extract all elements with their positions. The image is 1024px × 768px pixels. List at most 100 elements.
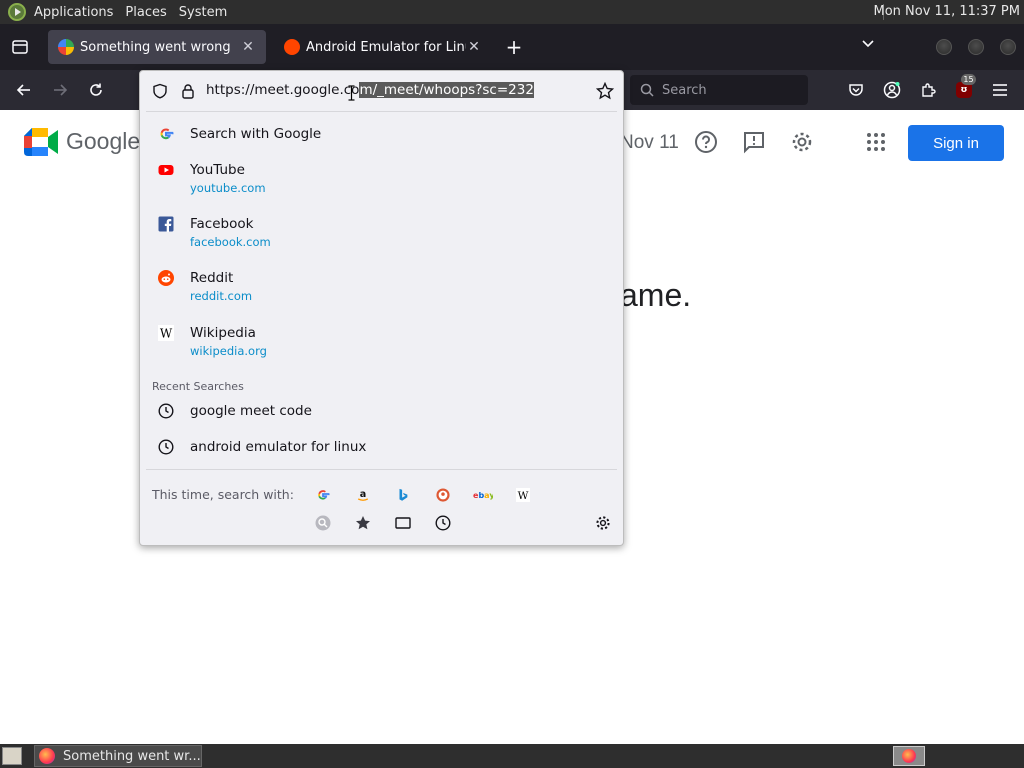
page-heading: ame. <box>620 277 692 313</box>
recent-search-item[interactable]: google meet code <box>148 403 617 423</box>
maximize-window-button[interactable] <box>968 39 984 55</box>
forward-button[interactable] <box>47 78 73 102</box>
svg-text:a: a <box>360 489 367 500</box>
text-cursor-icon <box>348 85 355 101</box>
taskbar-window-title: Something went wr... <box>63 748 201 764</box>
engine-amazon-button[interactable]: a <box>352 484 374 506</box>
engine-google-button[interactable] <box>312 484 334 506</box>
reddit-icon <box>158 270 174 286</box>
settings-icon[interactable] <box>790 130 814 154</box>
result-url: wikipedia.org <box>190 344 267 358</box>
bing-icon <box>399 488 408 501</box>
url-input[interactable]: https://meet.google.com/_meet/whoops?sc=… <box>206 82 534 98</box>
lock-icon[interactable] <box>180 83 196 99</box>
back-button[interactable] <box>11 78 37 102</box>
hamburger-menu-icon <box>993 84 1007 96</box>
apps-grid-icon[interactable] <box>864 130 888 154</box>
result-title: Facebook <box>190 216 254 232</box>
divider <box>146 469 617 470</box>
recent-search-item[interactable]: android emulator for linux <box>148 439 617 459</box>
top-site-facebook[interactable]: Facebook facebook.com <box>148 216 617 252</box>
tab-something-went-wrong[interactable]: Something went wrong ✕ <box>48 30 266 64</box>
close-window-button[interactable] <box>1000 39 1016 55</box>
youtube-icon <box>158 165 174 175</box>
firefox-view-icon <box>12 40 28 54</box>
close-tab-icon[interactable]: ✕ <box>466 39 482 55</box>
minimize-window-button[interactable] <box>936 39 952 55</box>
engine-ebay-button[interactable]: ebay <box>472 484 494 506</box>
engine-bing-button[interactable] <box>392 484 414 506</box>
result-title: YouTube <box>190 162 245 178</box>
workspace-switcher[interactable] <box>893 746 925 766</box>
history-clock-icon <box>158 403 174 419</box>
top-panel: Applications Places System Mon Nov 11, 1… <box>0 0 1024 24</box>
history-mode-button[interactable] <box>432 512 454 534</box>
search-with-google-row[interactable]: Search with Google <box>148 126 617 146</box>
applications-menu[interactable]: Applications <box>30 5 121 20</box>
search-bar[interactable]: Search <box>630 75 808 105</box>
bookmarks-mode-button[interactable] <box>352 512 374 534</box>
close-tab-icon[interactable]: ✕ <box>240 39 256 55</box>
list-all-tabs-button[interactable] <box>858 38 878 58</box>
firefox-view-button[interactable] <box>6 34 34 60</box>
pocket-icon <box>849 84 863 96</box>
firefox-icon <box>902 749 916 763</box>
pocket-button[interactable] <box>843 78 869 102</box>
ublock-count-badge: 15 <box>961 74 976 85</box>
result-url: youtube.com <box>190 181 266 195</box>
svg-text:W: W <box>518 490 529 502</box>
urlbar-dropdown: https://meet.google.com/_meet/whoops?sc=… <box>139 70 624 546</box>
gear-icon <box>596 516 610 530</box>
arrow-right-icon <box>54 84 68 96</box>
result-url: facebook.com <box>190 235 271 249</box>
top-site-wikipedia[interactable]: W Wikipedia wikipedia.org <box>148 325 617 361</box>
places-menu[interactable]: Places <box>121 5 174 20</box>
tabs-mode-button[interactable] <box>392 512 414 534</box>
result-url: reddit.com <box>190 289 253 303</box>
search-with-label: Search with Google <box>190 126 322 142</box>
reload-icon <box>90 83 102 96</box>
tab-strip: Something went wrong ✕ Android Emulator … <box>0 24 1024 70</box>
result-title: google meet code <box>190 403 312 419</box>
svg-text:ebay: ebay <box>473 491 493 500</box>
result-title: android emulator for linux <box>190 439 367 455</box>
search-mode-button[interactable] <box>312 512 334 534</box>
extensions-button[interactable] <box>915 78 941 102</box>
engine-duckduckgo-button[interactable] <box>432 484 454 506</box>
ebay-icon: ebay <box>473 491 493 500</box>
feedback-icon[interactable] <box>742 130 766 154</box>
new-tab-button[interactable]: + <box>502 36 526 60</box>
wikipedia-icon: W <box>158 325 174 341</box>
firefox-icon <box>39 748 55 764</box>
google-meet-wordmark: Google <box>66 128 141 154</box>
taskbar-window-button[interactable]: Something went wr... <box>34 745 202 767</box>
top-site-youtube[interactable]: YouTube youtube.com <box>148 162 617 198</box>
bottom-taskbar: Something went wr... <box>0 744 1024 768</box>
reload-button[interactable] <box>83 78 109 102</box>
wikipedia-icon: W <box>516 488 530 502</box>
urlbar[interactable]: https://meet.google.com/_meet/whoops?sc=… <box>140 71 623 111</box>
search-bar-placeholder: Search <box>662 82 707 98</box>
show-desktop-button[interactable] <box>2 747 22 765</box>
top-site-reddit[interactable]: Reddit reddit.com <box>148 270 617 306</box>
tab-title: Android Emulator for Linux <box>306 39 466 55</box>
search-settings-button[interactable] <box>592 512 614 534</box>
account-button[interactable] <box>879 78 905 102</box>
url-text-unselected: https://meet.google.co <box>206 82 360 98</box>
shield-icon[interactable] <box>152 83 168 99</box>
puzzle-piece-icon <box>922 83 936 97</box>
engine-wikipedia-button[interactable]: W <box>512 484 534 506</box>
app-menu-button[interactable] <box>987 78 1013 102</box>
date-text: Nov 11 <box>620 132 679 153</box>
clock[interactable]: Mon Nov 11, 11:37 PM <box>873 4 1020 19</box>
bookmark-star-icon[interactable] <box>596 82 614 100</box>
google-meet-icon <box>58 39 74 55</box>
google-icon <box>318 490 330 500</box>
tab-title: Something went wrong <box>80 39 231 55</box>
distro-logo-icon[interactable] <box>8 3 26 21</box>
system-menu[interactable]: System <box>175 5 235 20</box>
tab-android-emulator[interactable]: Android Emulator for Linux ✕ <box>274 30 492 64</box>
sign-in-button[interactable]: Sign in <box>908 125 1004 161</box>
reddit-icon <box>284 39 300 55</box>
help-icon[interactable] <box>694 130 718 154</box>
